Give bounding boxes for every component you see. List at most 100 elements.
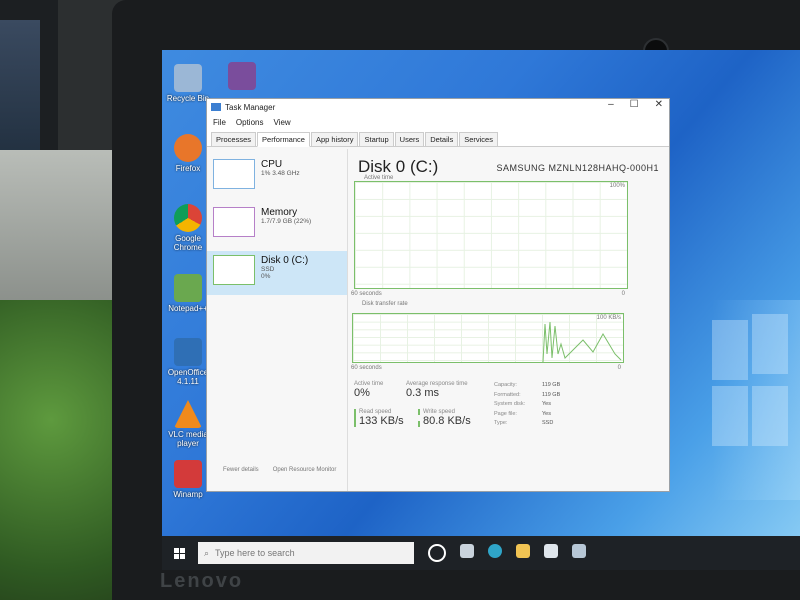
chrome-icon — [174, 204, 202, 232]
sidebar-item-detail: 0% — [261, 273, 271, 280]
minimize-button[interactable]: – — [608, 99, 614, 110]
desktop-icon-label: VLC media player — [168, 430, 208, 448]
stat-value: 0.3 ms — [406, 387, 440, 399]
winamp-icon — [174, 460, 202, 488]
close-button[interactable]: ✕ — [655, 99, 663, 110]
tab-users[interactable]: Users — [394, 132, 425, 146]
search-placeholder: Type here to search — [215, 548, 295, 558]
property-value: Yes — [542, 410, 551, 417]
disk-mini-graph — [213, 255, 255, 285]
tab-details[interactable]: Details — [425, 132, 459, 146]
open-resource-monitor-link[interactable]: Open Resource Monitor — [273, 467, 337, 473]
property-key: Formatted: — [494, 391, 521, 398]
desktop-screen: Recycle Bin Firefox Google Chrome Notepa… — [162, 50, 800, 570]
disk-detail-panel: Disk 0 (C:) SAMSUNG MZNLN128HAHQ-000H1 A… — [348, 149, 669, 491]
fewer-details-link[interactable]: Fewer details — [223, 467, 259, 473]
menu-options[interactable]: Options — [236, 118, 264, 127]
taskbar: ⌕ Type here to search — [162, 536, 800, 570]
active-time-graph: 100% 60 seconds 0 — [351, 181, 628, 297]
disk-properties: Capacity: 119 GB Formatted: 119 GB System … — [494, 381, 560, 429]
tab-app-history[interactable]: App history — [310, 132, 359, 146]
property-key: Page file: — [494, 410, 517, 417]
sidebar-item-type: SSD — [261, 266, 275, 273]
transfer-rate-line — [542, 321, 622, 362]
desktop-icon-firefox[interactable]: Firefox — [164, 134, 212, 173]
sidebar-item-detail: 1% 3.48 GHz — [261, 170, 300, 177]
desktop-icon-label: Recycle Bin — [166, 94, 210, 103]
cpu-mini-graph — [213, 159, 255, 189]
resource-sidebar: CPU 1% 3.48 GHz Memory 1.7/7.9 GB (22%) … — [207, 149, 348, 491]
desktop-icon-recycle-bin[interactable]: Recycle Bin — [164, 64, 212, 103]
transfer-rate-graph: 100 KB/s 60 seconds 0 — [351, 313, 624, 371]
search-icon: ⌕ — [204, 547, 210, 558]
recycle-bin-icon — [174, 64, 202, 92]
firefox-icon — [174, 134, 202, 162]
window-title: Task Manager — [225, 102, 276, 112]
graph-min-label: 0 — [621, 291, 625, 297]
tab-performance[interactable]: Performance — [257, 132, 310, 147]
start-button[interactable] — [166, 540, 192, 566]
tab-services[interactable]: Services — [459, 132, 498, 146]
menu-view[interactable]: View — [273, 118, 290, 127]
stat-write-speed: Write speed 80.8 KB/s — [418, 409, 471, 427]
graph-max-label: 100 KB/s — [596, 315, 621, 321]
graph-min-label: 0 — [617, 365, 621, 371]
desktop-icon-openoffice[interactable]: OpenOffice 4.1.11 — [164, 338, 212, 386]
property-key: System disk: — [494, 401, 526, 407]
desktop-icon-label: Google Chrome — [173, 234, 203, 252]
taskbar-search-input[interactable]: ⌕ Type here to search — [198, 542, 414, 564]
disk-model: SAMSUNG MZNLN128HAHQ-000H1 — [496, 163, 659, 173]
desktop-icon-winamp[interactable]: Winamp — [164, 460, 212, 499]
desktop-icon-label: Winamp — [173, 490, 203, 499]
desktop-icon-vlc[interactable]: VLC media player — [164, 400, 212, 448]
menu-file[interactable]: File — [213, 118, 226, 127]
vlc-icon — [174, 400, 202, 428]
desktop-icon-archive[interactable] — [218, 62, 266, 92]
stat-response-time: Average response time 0.3 ms — [406, 381, 468, 399]
graph-max-label: 100% — [609, 183, 625, 189]
desktop-icon-label: Firefox — [175, 164, 201, 173]
property-value: SSD — [542, 420, 554, 426]
sidebar-item-label: CPU — [261, 159, 283, 170]
sidebar-item-memory[interactable]: Memory 1.7/7.9 GB (22%) — [207, 203, 347, 247]
stat-value: 0% — [354, 387, 370, 399]
sidebar-item-label: Memory — [261, 207, 298, 218]
store-icon[interactable] — [544, 544, 558, 558]
stat-value: 133 KB/s — [359, 415, 404, 427]
desktop-icon-chrome[interactable]: Google Chrome — [164, 204, 212, 252]
task-manager-window: Task Manager – ☐ ✕ File Options View Pro… — [206, 98, 670, 492]
tab-bar: Processes Performance App history Startu… — [207, 130, 669, 147]
tab-startup[interactable]: Startup — [359, 132, 394, 146]
desktop-icon-notepad[interactable]: Notepad++ — [164, 274, 212, 313]
title-bar[interactable]: Task Manager – ☐ ✕ — [207, 99, 669, 115]
graph-time-label: 60 seconds — [351, 365, 382, 371]
stat-value: 80.8 KB/s — [423, 415, 471, 427]
property-value: 119 GB — [542, 391, 561, 398]
task-manager-taskbar-icon[interactable] — [572, 544, 586, 558]
graph-time-label: 60 seconds — [351, 291, 382, 297]
memory-mini-graph — [213, 207, 255, 237]
archive-icon — [228, 62, 256, 90]
property-key: Capacity: — [494, 382, 517, 388]
property-value: Yes — [542, 401, 551, 407]
desktop-icon-label: OpenOffice 4.1.11 — [167, 368, 209, 386]
laptop-brand: Lenovo — [160, 570, 244, 592]
task-manager-footer: Fewer details Open Resource Monitor — [223, 467, 336, 473]
stat-read-speed: Read speed 133 KB/s — [354, 409, 404, 427]
tab-processes[interactable]: Processes — [211, 132, 257, 146]
sidebar-item-cpu[interactable]: CPU 1% 3.48 GHz — [207, 155, 347, 199]
transfer-rate-graph-label: Disk transfer rate — [362, 301, 408, 307]
windows-logo-wallpaper — [712, 314, 792, 450]
sidebar-item-detail: 1.7/7.9 GB (22%) — [261, 218, 312, 225]
sidebar-item-disk[interactable]: Disk 0 (C:) SSD 0% — [207, 251, 347, 295]
cortana-icon[interactable] — [428, 544, 446, 562]
property-value: 119 GB — [542, 382, 561, 388]
file-explorer-icon[interactable] — [516, 544, 530, 558]
maximize-button[interactable]: ☐ — [630, 99, 639, 110]
task-view-icon[interactable] — [460, 544, 474, 558]
sidebar-item-label: Disk 0 (C:) — [261, 255, 309, 266]
edge-icon[interactable] — [488, 544, 502, 558]
desktop-icon-label: Notepad++ — [168, 304, 208, 313]
notepad-icon — [174, 274, 202, 302]
property-key: Type: — [494, 420, 508, 426]
